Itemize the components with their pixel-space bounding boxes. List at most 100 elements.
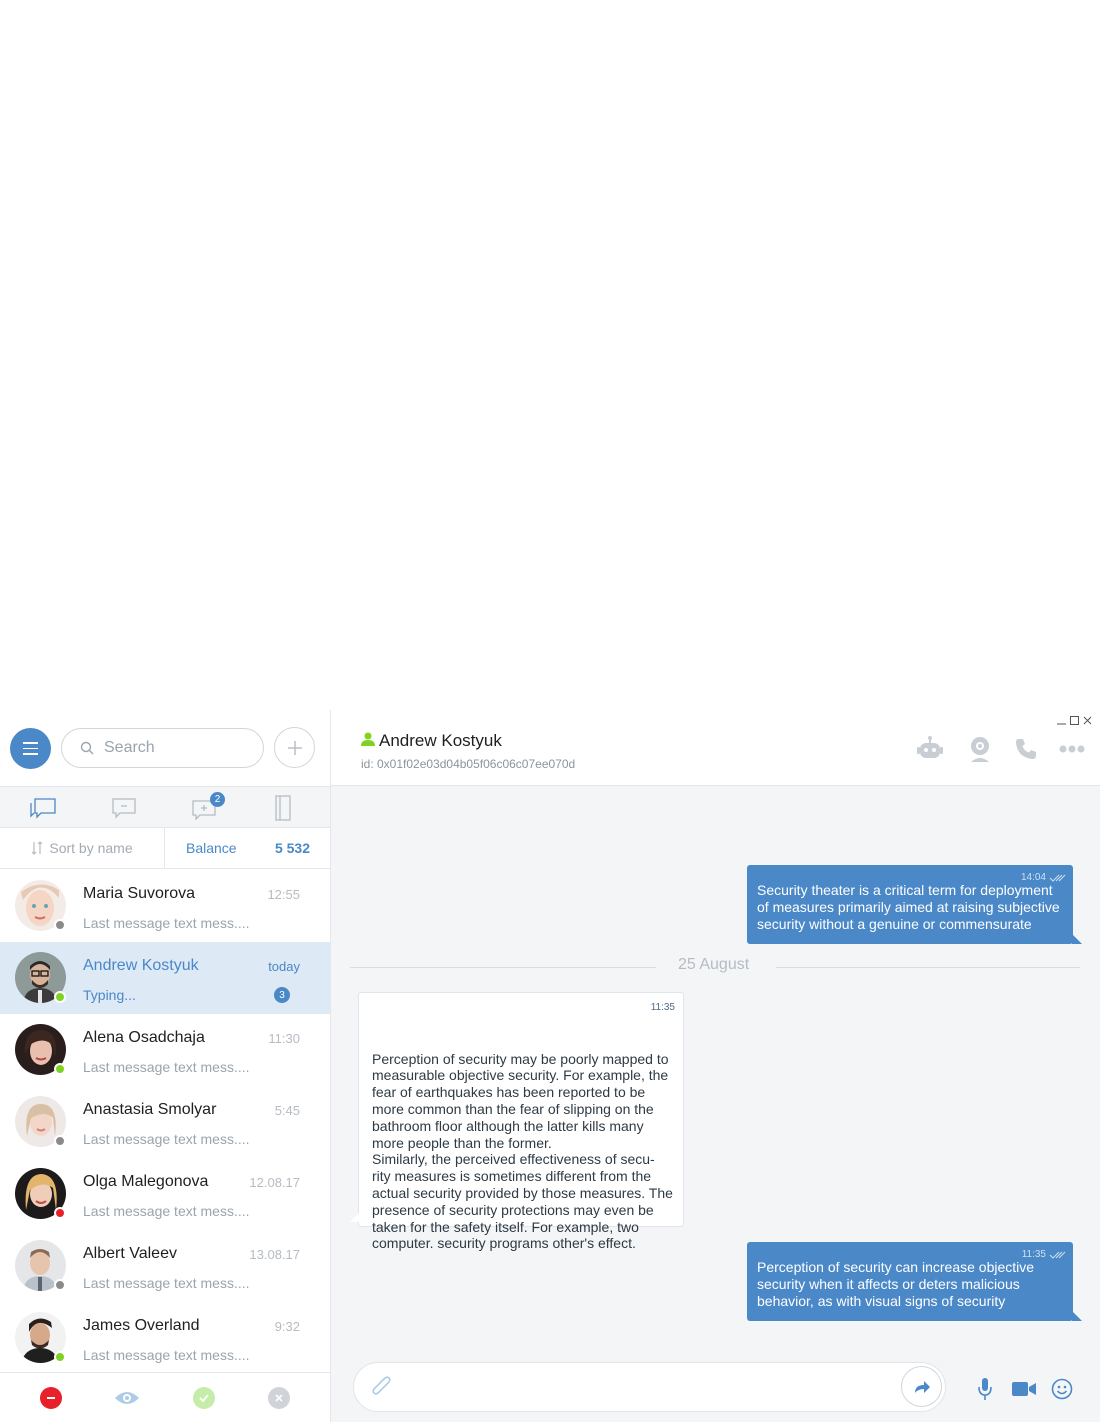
sidebar: 2 Sort by name Balance 5 532 <box>0 710 331 1422</box>
search-box[interactable] <box>61 728 264 768</box>
minimize-icon <box>1057 723 1066 725</box>
contact-item[interactable]: Andrew Kostyuk today Typing... 3 <box>0 942 330 1014</box>
chat-contact-id: id: 0x01f02e03d04b05f06c06c07ee070d <box>361 757 576 771</box>
online-button[interactable] <box>193 1387 215 1409</box>
tab-chats[interactable] <box>3 787 83 828</box>
separator-line <box>776 967 1080 968</box>
contact-last-message: Last message text mess.... <box>83 1059 250 1075</box>
close-window-button[interactable] <box>1083 716 1092 728</box>
video-message-button[interactable] <box>1009 1375 1039 1403</box>
contact-item[interactable]: James Overland 9:32 Last message text me… <box>0 1302 330 1374</box>
paperclip-icon <box>372 1376 391 1395</box>
outgoing-message: 11:35 Perception of security can increas… <box>747 1242 1082 1321</box>
message-time: 11:35 <box>1021 1249 1046 1260</box>
more-options-button[interactable] <box>1057 734 1087 764</box>
sort-icon <box>31 841 43 855</box>
more-dots-icon <box>1059 745 1085 753</box>
status-offline-dot <box>54 1279 66 1291</box>
unread-count-badge: 3 <box>274 987 290 1003</box>
contact-item[interactable]: Alena Osadchaja 11:30 Last message text … <box>0 1014 330 1086</box>
sidebar-tabs: 2 <box>0 786 330 828</box>
maximize-window-button[interactable] <box>1070 716 1079 728</box>
tab-group-chats[interactable]: 2 <box>164 787 244 828</box>
forward-arrow-icon <box>914 1380 930 1393</box>
contact-last-message: Last message text mess.... <box>83 1131 250 1147</box>
video-camera-icon <box>1012 1382 1036 1396</box>
webcam-button[interactable] <box>965 734 995 764</box>
webcam-icon <box>971 737 989 762</box>
incoming-message: 11:35 Perception of security may be poor… <box>350 992 684 1251</box>
contact-time: 13.08.17 <box>249 1247 300 1262</box>
contact-name: Olga Malegonova <box>83 1173 209 1190</box>
chat-header: Andrew Kostyuk id: 0x01f02e03d04b05f06c0… <box>331 710 1100 786</box>
status-offline-dot <box>54 1135 66 1147</box>
call-button[interactable] <box>1011 734 1041 764</box>
chat-bubbles-icon <box>30 797 56 819</box>
chat-contact-name: Andrew Kostyuk <box>379 731 502 750</box>
contact-time: today <box>268 959 300 974</box>
message-time: 11:35 <box>650 1002 675 1013</box>
smiley-icon <box>1051 1378 1073 1400</box>
search-input[interactable] <box>104 739 234 757</box>
sort-label: Sort by name <box>49 840 133 856</box>
contact-time: 9:32 <box>274 1319 300 1334</box>
contact-last-message: Last message text mess.... <box>83 1347 250 1363</box>
contact-time: 12:55 <box>267 887 300 902</box>
messenger-app: 2 Sort by name Balance 5 532 <box>0 710 1100 1422</box>
close-icon <box>275 1394 283 1402</box>
contact-last-message: Typing... <box>83 987 136 1003</box>
add-contact-button[interactable] <box>274 727 315 768</box>
status-busy-dot <box>54 1207 66 1219</box>
emoji-button[interactable] <box>1048 1375 1076 1403</box>
status-online-dot <box>54 991 66 1003</box>
contact-name: Alena Osadchaja <box>83 1029 205 1046</box>
checkmark-icon <box>199 1394 209 1403</box>
message-text: Perception of security can increase obje… <box>757 1259 1035 1309</box>
message-text: Perception of security may be poorly map… <box>372 1050 673 1252</box>
invisible-button[interactable] <box>114 1387 140 1409</box>
status-offline-dot <box>54 919 66 931</box>
group-chats-badge: 2 <box>210 792 225 807</box>
attach-button[interactable] <box>371 1376 393 1405</box>
separator-line <box>350 967 656 968</box>
robot-icon <box>917 736 943 758</box>
eye-icon <box>115 1392 139 1404</box>
search-icon <box>80 741 94 755</box>
date-label: 25 August <box>678 956 750 973</box>
outgoing-message: 14:04 Security theater is a critical ter… <box>747 865 1082 944</box>
voice-message-button[interactable] <box>971 1375 999 1403</box>
tab-messages[interactable] <box>84 787 164 828</box>
contact-time: 12.08.17 <box>249 1175 300 1190</box>
contact-name: Andrew Kostyuk <box>83 957 199 974</box>
contact-item[interactable]: Maria Suvorova 12:55 Last message text m… <box>0 870 330 942</box>
microphone-icon <box>978 1378 992 1400</box>
message-meta: 11:35 <box>1022 1246 1067 1263</box>
contact-name: Maria Suvorova <box>83 885 196 902</box>
balance-value: 5 532 <box>274 840 310 856</box>
contact-last-message: Last message text mess.... <box>83 1203 250 1219</box>
contact-time: 5:45 <box>274 1103 300 1118</box>
sort-by-name-button[interactable]: Sort by name <box>0 828 165 868</box>
contact-item[interactable]: Olga Malegonova 12.08.17 Last message te… <box>0 1158 330 1230</box>
menu-button[interactable] <box>10 728 51 769</box>
offline-button[interactable] <box>268 1387 290 1409</box>
contact-last-message: Last message text mess.... <box>83 1275 250 1291</box>
double-check-icon <box>1049 1251 1066 1259</box>
minimize-window-button[interactable] <box>1057 716 1066 728</box>
tab-contacts-book[interactable] <box>243 787 323 828</box>
plus-icon <box>287 740 302 755</box>
contact-item[interactable]: Albert Valeev 13.08.17 Last message text… <box>0 1230 330 1302</box>
bot-button[interactable] <box>915 734 945 764</box>
message-input[interactable] <box>414 1376 884 1400</box>
status-online-dot <box>54 1351 66 1363</box>
chat-panel: Andrew Kostyuk id: 0x01f02e03d04b05f06c0… <box>331 710 1100 1422</box>
minus-icon <box>47 1397 55 1399</box>
notebook-icon <box>275 794 291 821</box>
do-not-disturb-button[interactable] <box>40 1387 62 1409</box>
hamburger-icon-bar <box>23 742 38 744</box>
send-button[interactable] <box>901 1366 942 1407</box>
hamburger-icon-bar <box>23 753 38 755</box>
phone-icon <box>1016 739 1036 759</box>
message-text: Security theater is a critical term for … <box>757 882 1060 932</box>
contact-item[interactable]: Anastasia Smolyar 5:45 Last message text… <box>0 1086 330 1158</box>
